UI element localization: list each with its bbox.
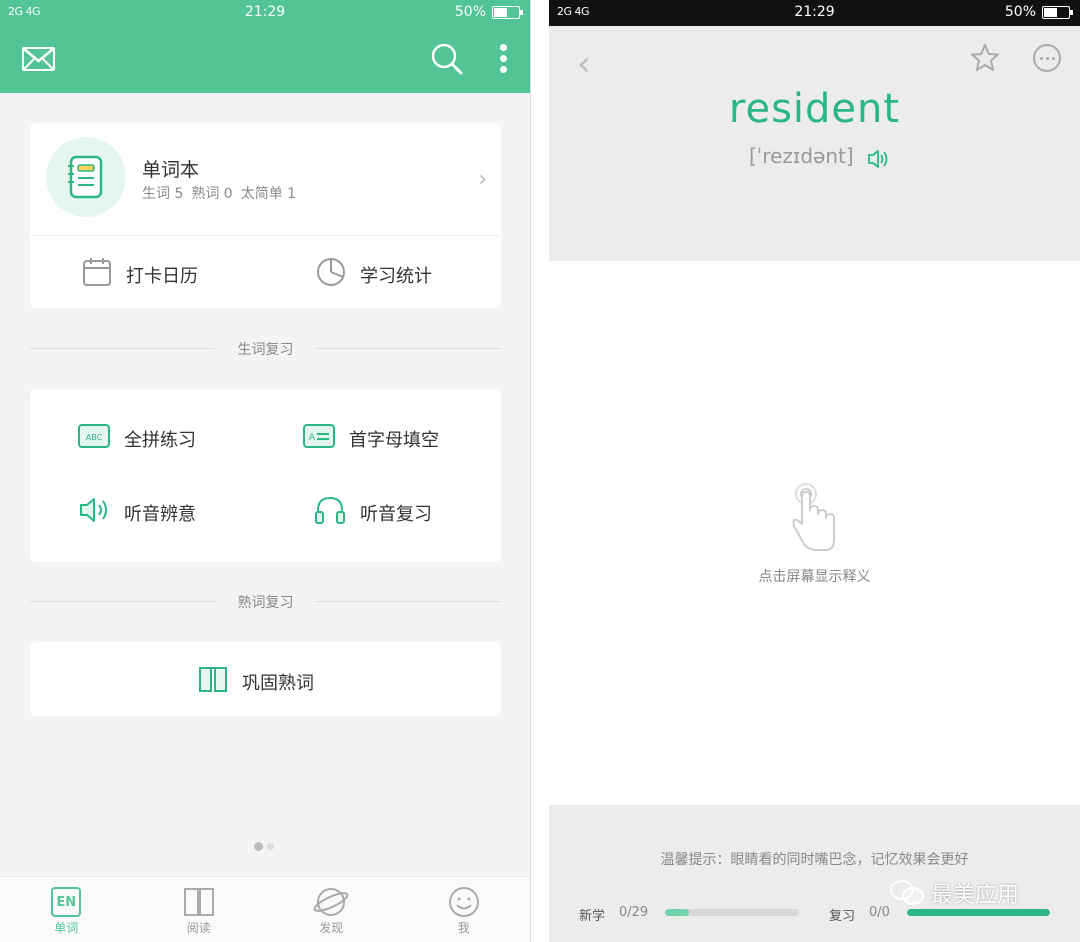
tab-me-label: 我 bbox=[457, 921, 470, 935]
spell-practice-button[interactable]: ABC 全拼练习 bbox=[78, 423, 196, 454]
status-bar: 2G 4G 21:29 50% bbox=[0, 0, 530, 26]
section-title-new-review: 生词复习 bbox=[30, 339, 501, 359]
notebook-entry[interactable]: 单词本 生词 5 熟词 0 太简单 1 › bbox=[30, 123, 501, 235]
chevron-right-icon: › bbox=[478, 167, 487, 192]
page-indicator bbox=[254, 842, 274, 851]
stats-label: 学习统计 bbox=[360, 265, 432, 287]
phonetic-text: [ˈrezɪdənt] bbox=[749, 144, 854, 168]
notebook-icon bbox=[46, 137, 126, 217]
listen-meaning-label: 听音辨意 bbox=[124, 503, 196, 525]
mail-icon[interactable] bbox=[22, 47, 55, 71]
too-easy-count: 太简单 1 bbox=[240, 186, 297, 202]
tab-me[interactable]: 我 bbox=[398, 877, 531, 942]
divider bbox=[30, 235, 501, 236]
svg-text:ABC: ABC bbox=[86, 433, 103, 442]
battery-icon bbox=[1042, 5, 1073, 19]
new-learn-progress bbox=[665, 909, 799, 916]
en-icon: EN bbox=[51, 887, 82, 917]
tab-reading[interactable]: 阅读 bbox=[133, 877, 266, 942]
top-app-bar bbox=[0, 26, 530, 93]
consolidate-label: 巩固熟词 bbox=[242, 672, 314, 694]
book-icon bbox=[183, 885, 215, 919]
listen-meaning-button[interactable]: 听音辨意 bbox=[78, 495, 196, 530]
section-title-known-review: 熟词复习 bbox=[30, 592, 501, 612]
word-card-screen[interactable]: 2G 4G 21:29 50% ‹ resident [ˈrezɪdənt] 点… bbox=[549, 0, 1080, 942]
review-value: 0/0 bbox=[869, 905, 890, 920]
word-header: ‹ resident [ˈrezɪdənt] bbox=[549, 26, 1080, 261]
search-icon[interactable] bbox=[430, 42, 464, 80]
initial-fill-button[interactable]: A 首字母填空 bbox=[303, 423, 439, 454]
new-words-count: 生词 5 bbox=[142, 186, 184, 202]
more-horizontal-icon[interactable] bbox=[1033, 44, 1061, 72]
calendar-label: 打卡日历 bbox=[126, 265, 198, 287]
battery-percent: 50% bbox=[1004, 4, 1036, 20]
listen-review-button[interactable]: 听音复习 bbox=[314, 495, 432, 530]
speaker-icon bbox=[78, 495, 110, 530]
status-bar: 2G 4G 21:29 50% bbox=[549, 0, 1080, 26]
bottom-tab-bar: EN 单词 阅读 发现 我 bbox=[0, 876, 530, 942]
new-learn-value: 0/29 bbox=[619, 905, 649, 920]
back-icon[interactable]: ‹ bbox=[577, 44, 591, 84]
initial-label: 首字母填空 bbox=[349, 429, 439, 451]
consolidate-known-button[interactable]: 巩固熟词 bbox=[198, 664, 314, 699]
star-icon[interactable] bbox=[969, 42, 1001, 78]
new-learn-label: 新学 bbox=[579, 909, 606, 924]
pie-chart-icon bbox=[316, 257, 346, 292]
tap-to-reveal-hint: 点击屏幕显示释义 bbox=[758, 569, 871, 585]
watermark-text: 最美应用 bbox=[931, 883, 1020, 908]
status-time: 21:29 bbox=[794, 4, 835, 20]
wechat-icon bbox=[890, 880, 924, 905]
calendar-icon bbox=[82, 257, 112, 292]
notebook-card: 单词本 生词 5 熟词 0 太简单 1 › 打卡日历 学习统计 bbox=[30, 123, 501, 308]
tab-discover-label: 发现 bbox=[319, 921, 344, 935]
fill-blank-icon: A bbox=[303, 423, 335, 454]
pronounce-speaker-icon[interactable] bbox=[867, 148, 891, 174]
spell-label: 全拼练习 bbox=[124, 429, 196, 451]
tab-reading-label: 阅读 bbox=[186, 921, 211, 935]
known-words-count: 熟词 0 bbox=[191, 186, 233, 202]
open-book-icon bbox=[198, 664, 228, 699]
tab-words[interactable]: EN 单词 bbox=[0, 877, 133, 942]
review-progress bbox=[907, 909, 1050, 916]
battery-percent: 50% bbox=[454, 4, 486, 20]
study-tip: 温馨提示：眼睛看的同时嘴巴念，记忆效果会更好 bbox=[660, 852, 969, 868]
new-review-card: ABC 全拼练习 A 首字母填空 听音辨意 听音复习 bbox=[30, 389, 501, 562]
notebook-title: 单词本 bbox=[142, 159, 200, 181]
planet-icon bbox=[312, 885, 350, 919]
status-time: 21:29 bbox=[244, 4, 286, 20]
tab-discover[interactable]: 发现 bbox=[265, 877, 398, 942]
more-vertical-icon[interactable] bbox=[500, 44, 508, 77]
abc-icon: ABC bbox=[78, 423, 110, 454]
tap-hand-icon bbox=[549, 480, 1080, 560]
wordbook-home-screen: 2G 4G 21:29 50% 单词本 生词 5 熟词 0 太简单 1 › 打卡… bbox=[0, 0, 531, 942]
known-review-card: 巩固熟词 bbox=[30, 642, 501, 716]
smile-icon bbox=[448, 885, 480, 919]
watermark: 最美应用 bbox=[889, 877, 1019, 909]
word-text: resident bbox=[728, 86, 901, 132]
study-stats-button[interactable]: 学习统计 bbox=[316, 257, 432, 292]
svg-text:A: A bbox=[309, 433, 316, 443]
battery-icon bbox=[492, 5, 523, 19]
tab-words-label: 单词 bbox=[54, 921, 79, 935]
headphones-icon bbox=[314, 495, 346, 530]
review-label: 复习 bbox=[829, 909, 856, 924]
listen-review-label: 听音复习 bbox=[360, 503, 432, 525]
progress-footer: 温馨提示：眼睛看的同时嘴巴念，记忆效果会更好 新学 0/29 复习 0/0 最美… bbox=[549, 805, 1080, 942]
checkin-calendar-button[interactable]: 打卡日历 bbox=[82, 257, 198, 292]
